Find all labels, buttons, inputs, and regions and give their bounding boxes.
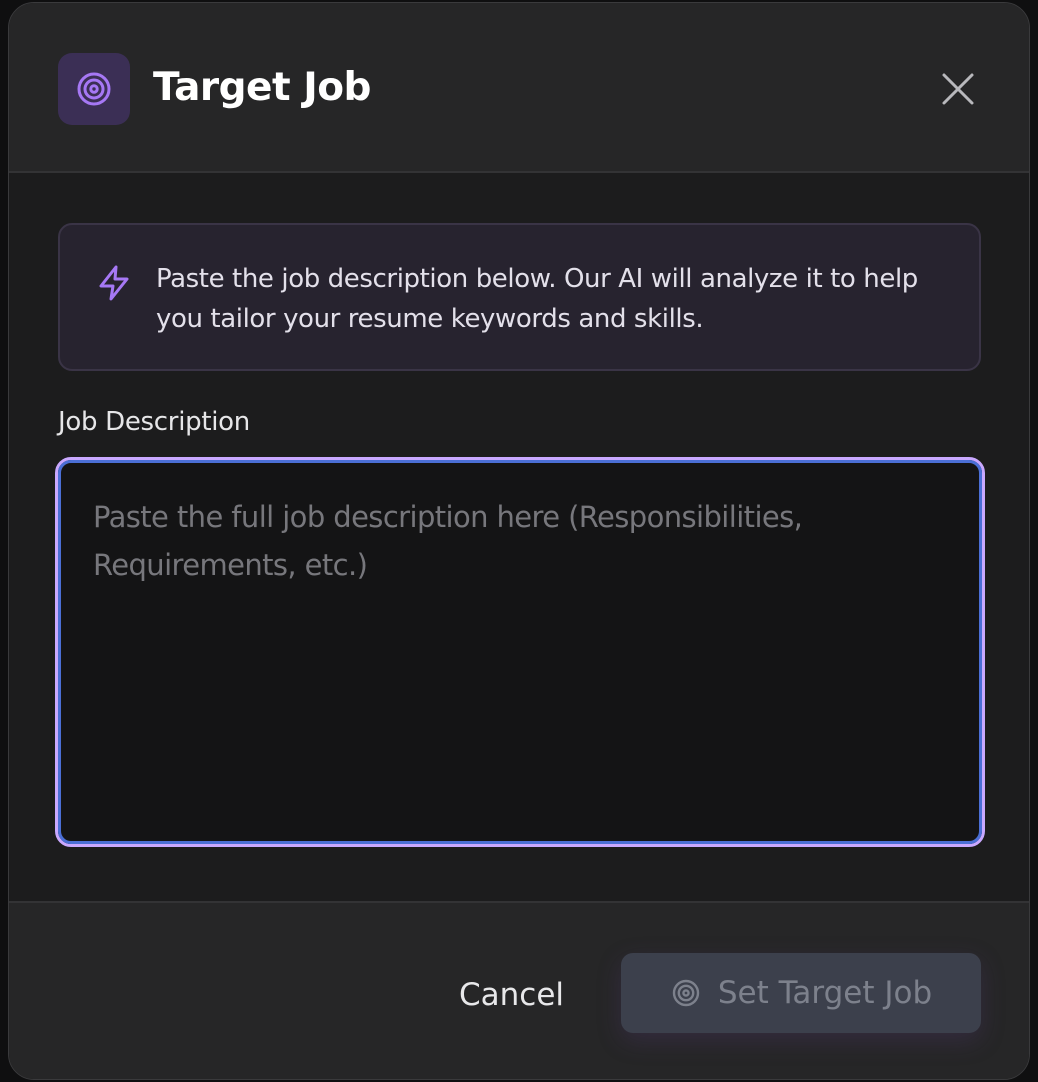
set-target-job-button[interactable]: Set Target Job — [621, 953, 981, 1033]
lightning-icon — [94, 263, 134, 303]
dialog-footer: Cancel Set Target Job — [9, 901, 1029, 1079]
cancel-button[interactable]: Cancel — [439, 957, 584, 1033]
target-icon — [58, 53, 130, 125]
dialog-body: Paste the job description below. Our AI … — [9, 175, 1029, 901]
close-icon[interactable] — [937, 68, 979, 110]
set-target-job-label: Set Target Job — [717, 975, 933, 1011]
job-description-textarea[interactable] — [58, 460, 982, 844]
dialog-title: Target Job — [153, 65, 371, 110]
target-job-dialog: Target Job Paste the job description bel… — [8, 2, 1030, 1080]
info-banner: Paste the job description below. Our AI … — [58, 223, 981, 371]
info-text: Paste the job description below. Our AI … — [156, 264, 918, 334]
target-icon — [672, 979, 700, 1007]
job-description-field-wrapper — [55, 457, 985, 847]
dialog-header: Target Job — [9, 3, 1029, 173]
job-description-label: Job Description — [58, 407, 250, 437]
